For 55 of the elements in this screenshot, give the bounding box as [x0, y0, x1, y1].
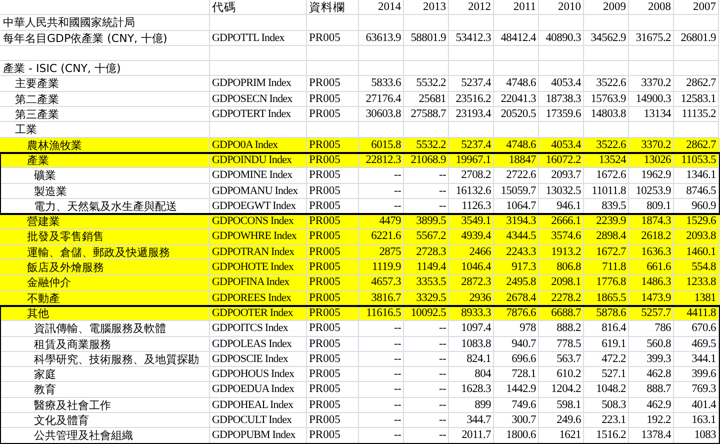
table-cell: 3329.5 [404, 290, 449, 306]
table-cell: 1516.2 [584, 428, 629, 444]
table-cell: 1800.6 [494, 428, 539, 444]
row-label: 每年名目GDP依產業 (CNY, 十億) [0, 30, 210, 46]
table-cell: GDPOPUBM Index [210, 428, 307, 444]
table-cell: 1473.9 [629, 290, 674, 306]
table-cell: 3370.2 [629, 138, 674, 153]
row-label: 不動產 [0, 290, 210, 306]
table-cell: 1621 [539, 428, 584, 444]
table-cell: 5237.4 [449, 138, 494, 153]
table-cell: PR005 [307, 198, 359, 214]
table-cell: 53412.3 [449, 30, 494, 46]
table-cell: 1378.4 [629, 428, 674, 444]
table-cell: PR005 [307, 290, 359, 306]
row-label: 電力、天然氣及水生產與配送 [0, 198, 210, 214]
table-cell: 63613.9 [359, 30, 404, 46]
table-cell: 48412.4 [494, 30, 539, 46]
table-cell: GDPOTTL Index [210, 30, 307, 46]
table-cell: 5532.2 [404, 138, 449, 153]
table-cell: GDPOEGWT Index [210, 198, 307, 214]
table-cell: 1083 [674, 428, 719, 444]
table-cell: 34562.9 [584, 30, 629, 46]
table-cell: 6015.8 [359, 138, 404, 153]
table-cell: 4053.4 [539, 138, 584, 153]
table-cell: 1126.3 [449, 198, 494, 214]
table-cell: PR005 [307, 138, 359, 153]
table-cell: 809.1 [629, 198, 674, 214]
table-cell: 2678.4 [494, 290, 539, 306]
table-cell: 3816.7 [359, 290, 404, 306]
table-cell: 946.1 [539, 198, 584, 214]
table-cell: 2011.7 [449, 428, 494, 444]
table-cell: PR005 [307, 30, 359, 46]
table-cell: 2936 [449, 290, 494, 306]
table-cell: 31675.2 [629, 30, 674, 46]
row-label: 農林漁牧業 [0, 138, 210, 153]
table-cell: 2278.2 [539, 290, 584, 306]
table-cell: -- [404, 198, 449, 214]
table-cell: PR005 [307, 428, 359, 444]
table-cell: 960.9 [674, 198, 719, 214]
table-cell: 4748.6 [494, 138, 539, 153]
table-cell: -- [359, 428, 404, 444]
table-cell: GDPO0A Index [210, 138, 307, 153]
table-cell: 1064.7 [494, 198, 539, 214]
row-label: 公共管理及社會組織 [0, 428, 210, 444]
table-cell: 2862.7 [674, 138, 719, 153]
table-cell: 26801.9 [674, 30, 719, 46]
table-cell: 839.5 [584, 198, 629, 214]
table-cell: GDPOREES Index [210, 290, 307, 306]
table-cell: 40890.3 [539, 30, 584, 46]
table-cell: -- [404, 428, 449, 444]
table-cell: 3522.6 [584, 138, 629, 153]
table-cell: -- [359, 198, 404, 214]
table-cell: 1381 [674, 290, 719, 306]
table-cell: 1865.5 [584, 290, 629, 306]
table-cell: 58801.9 [404, 30, 449, 46]
